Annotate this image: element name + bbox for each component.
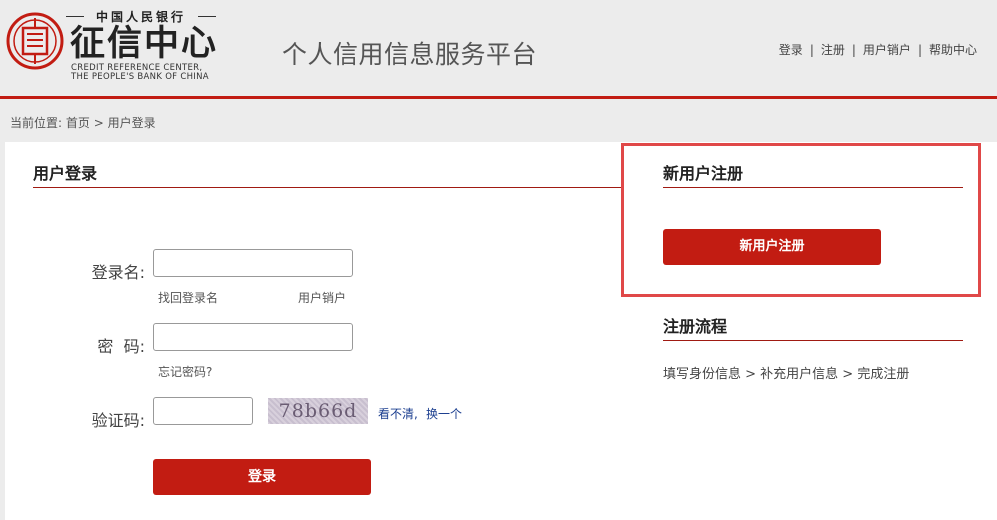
top-nav-login-link[interactable]: 登录 (779, 43, 803, 57)
breadcrumb-prefix: 当前位置: (10, 116, 63, 130)
site-header: 中国人民银行 征信中心 CREDIT REFERENCE CENTER, THE… (0, 0, 997, 99)
login-section-title: 用户登录 (33, 164, 98, 183)
username-input[interactable] (153, 249, 353, 277)
captcha-label: 验证码: (91, 411, 145, 430)
nav-separator: | (851, 43, 856, 57)
register-highlight-box (621, 143, 981, 297)
captcha-unclear-text: 看不清, (378, 407, 418, 421)
logo-center-name: 征信中心 (70, 23, 219, 64)
password-label: 密 码: (97, 337, 145, 356)
login-submit-button[interactable]: 登录 (153, 459, 371, 495)
top-nav-register-link[interactable]: 注册 (821, 43, 845, 57)
site-title: 个人信用信息服务平台 (282, 40, 538, 69)
logo-english-line-2: THE PEOPLE'S BANK OF CHINA (71, 72, 209, 82)
breadcrumb: 当前位置: 首页 > 用户登录 (10, 114, 156, 131)
top-nav-help-link[interactable]: 帮助中心 (929, 43, 977, 57)
retrieve-username-link[interactable]: 找回登录名 (158, 289, 218, 306)
logo-org-name: 中国人民银行 (66, 8, 216, 24)
registration-flow-steps: 填写身份信息 > 补充用户信息 > 完成注册 (663, 367, 910, 382)
breadcrumb-arrow: > (93, 116, 104, 130)
nav-separator: | (917, 43, 922, 57)
captcha-image[interactable]: 78b66d (268, 398, 368, 424)
nav-separator: | (809, 43, 814, 57)
forgot-password-link[interactable]: 忘记密码? (158, 363, 212, 380)
flow-section-title: 注册流程 (663, 317, 728, 336)
captcha-input[interactable] (153, 397, 253, 425)
top-nav-cancel-account-link[interactable]: 用户销户 (863, 43, 911, 57)
cancel-account-link[interactable]: 用户销户 (298, 289, 346, 306)
credit-center-seal-icon (6, 12, 64, 70)
top-nav: 登录 | 注册 | 用户销户 | 帮助中心 (779, 41, 977, 58)
password-input[interactable] (153, 323, 353, 351)
flow-title-divider (663, 340, 963, 341)
login-title-divider (33, 187, 621, 188)
captcha-refresh-link[interactable]: 换一个 (426, 405, 462, 422)
username-label: 登录名: (91, 263, 145, 282)
breadcrumb-current: 用户登录 (107, 116, 156, 130)
breadcrumb-home-link[interactable]: 首页 (66, 116, 90, 130)
